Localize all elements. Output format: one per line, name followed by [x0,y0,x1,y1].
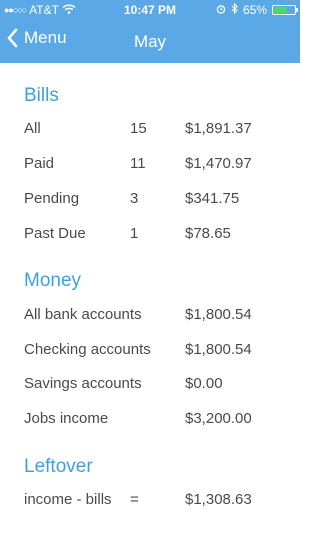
money-row-label: Savings accounts [24,375,142,392]
battery-percent: 65% [242,3,267,17]
page-title-text: May [133,32,167,51]
money-row-amount: $0.00 [185,375,223,392]
bills-row-label: All [24,120,41,137]
section-title-bills: Bills [24,85,59,106]
money-row-amount: $3,200.00 [185,410,252,427]
bills-row-count: 3 [130,190,139,207]
section-title-money: Money [24,270,82,291]
nav-bar: Menu May [0,20,300,63]
battery-icon [272,5,298,15]
bills-row-label: Past Due [24,225,86,242]
bills-row-past-due[interactable]: Past Due 1 $78.65 [0,225,300,249]
leftover-amount: $1,308.63 [185,491,252,508]
money-row-checking-accounts[interactable]: Checking accounts $1,800.54 [0,341,300,365]
leftover-label: income - bills [24,491,112,508]
money-row-amount: $1,800.54 [185,306,252,323]
money-row-label: Checking accounts [24,341,151,358]
bills-row-count: 15 [130,120,147,137]
bills-row-amount: $78.65 [185,225,231,242]
alarm-icon [216,3,226,17]
bills-row-paid[interactable]: Paid 11 $1,470.97 [0,155,300,179]
money-row-amount: $1,800.54 [185,341,252,358]
bills-row-amount: $1,891.37 [185,120,252,137]
header: ●●○○○ AT&T 10:47 PM 65% Menu May [0,0,300,63]
bills-row-label: Pending [24,190,80,207]
battery-fill [274,7,287,13]
money-row-all-bank-accounts[interactable]: All bank accounts $1,800.54 [0,306,300,330]
bills-row-amount: $1,470.97 [185,155,252,172]
battery-tip [296,8,298,12]
page-title: May [0,32,300,52]
bills-row-count: 1 [130,225,139,242]
leftover-row: income - bills = $1,308.63 [0,491,300,515]
status-right: 65% [216,2,298,17]
bills-row-count: 11 [130,155,146,172]
money-row-savings-accounts[interactable]: Savings accounts $0.00 [0,375,300,399]
bills-row-amount: $341.75 [185,190,240,207]
bills-row-label: Paid [24,155,55,172]
leftover-operator: = [130,491,139,508]
section-title-leftover: Leftover [24,456,93,477]
bluetooth-icon [231,2,238,17]
money-row-label: Jobs income [24,410,109,427]
money-row-label: All bank accounts [24,306,142,323]
status-bar: ●●○○○ AT&T 10:47 PM 65% [0,0,300,20]
bills-row-all[interactable]: All 15 $1,891.37 [0,120,300,144]
bills-row-pending[interactable]: Pending 3 $341.75 [0,190,300,214]
money-row-jobs-income[interactable]: Jobs income $3,200.00 [0,410,300,434]
